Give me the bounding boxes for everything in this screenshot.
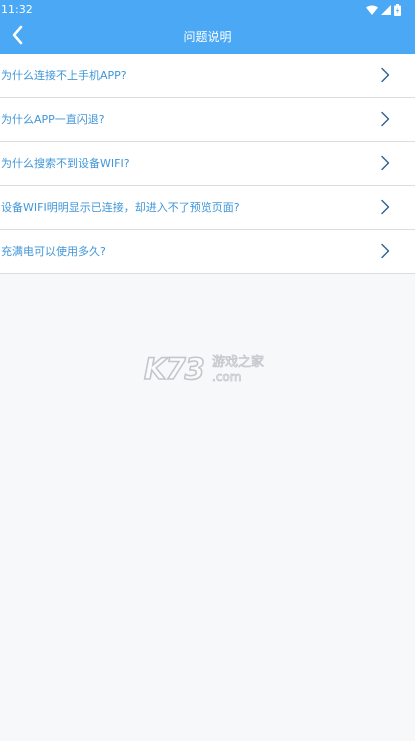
nav-bar: 问题说明 — [0, 20, 415, 54]
faq-question: 设备WIFI明明显示已连接，却进入不了预览页面? — [1, 201, 240, 214]
faq-question: 为什么连接不上手机APP? — [1, 69, 127, 82]
chevron-right-icon — [380, 199, 390, 215]
faq-question: 为什么APP一直闪退? — [1, 113, 105, 126]
faq-item-preview-page[interactable]: 设备WIFI明明显示已连接，却进入不了预览页面? — [0, 186, 415, 230]
status-bar: 11:32 — [0, 0, 415, 20]
faq-item-wifi-search[interactable]: 为什么搜索不到设备WIFI? — [0, 142, 415, 186]
faq-item-battery-life[interactable]: 充满电可以使用多久? — [0, 230, 415, 274]
status-icons — [366, 4, 401, 16]
wifi-icon — [366, 5, 378, 15]
chevron-right-icon — [380, 111, 390, 127]
watermark-logo: K73 游戏之家 .com — [142, 351, 272, 390]
battery-icon — [394, 4, 401, 16]
faq-list: 为什么连接不上手机APP? 为什么APP一直闪退? 为什么搜索不到设备WIFI?… — [0, 54, 415, 274]
faq-item-app-crash[interactable]: 为什么APP一直闪退? — [0, 98, 415, 142]
watermark-logo-text: K73 — [143, 351, 205, 387]
chevron-right-icon — [380, 243, 390, 259]
chevron-right-icon — [380, 67, 390, 83]
faq-question: 为什么搜索不到设备WIFI? — [1, 157, 130, 170]
faq-item-app-connection[interactable]: 为什么连接不上手机APP? — [0, 54, 415, 98]
watermark-domain-text: .com — [212, 370, 242, 385]
page-title: 问题说明 — [183, 30, 232, 44]
status-time: 11:32 — [1, 3, 33, 16]
faq-question: 充满电可以使用多久? — [1, 245, 106, 258]
app-header: 11:32 问题说明 — [0, 0, 415, 54]
signal-icon — [381, 5, 391, 15]
watermark-chinese-text: 游戏之家 — [212, 355, 265, 371]
chevron-right-icon — [380, 155, 390, 171]
